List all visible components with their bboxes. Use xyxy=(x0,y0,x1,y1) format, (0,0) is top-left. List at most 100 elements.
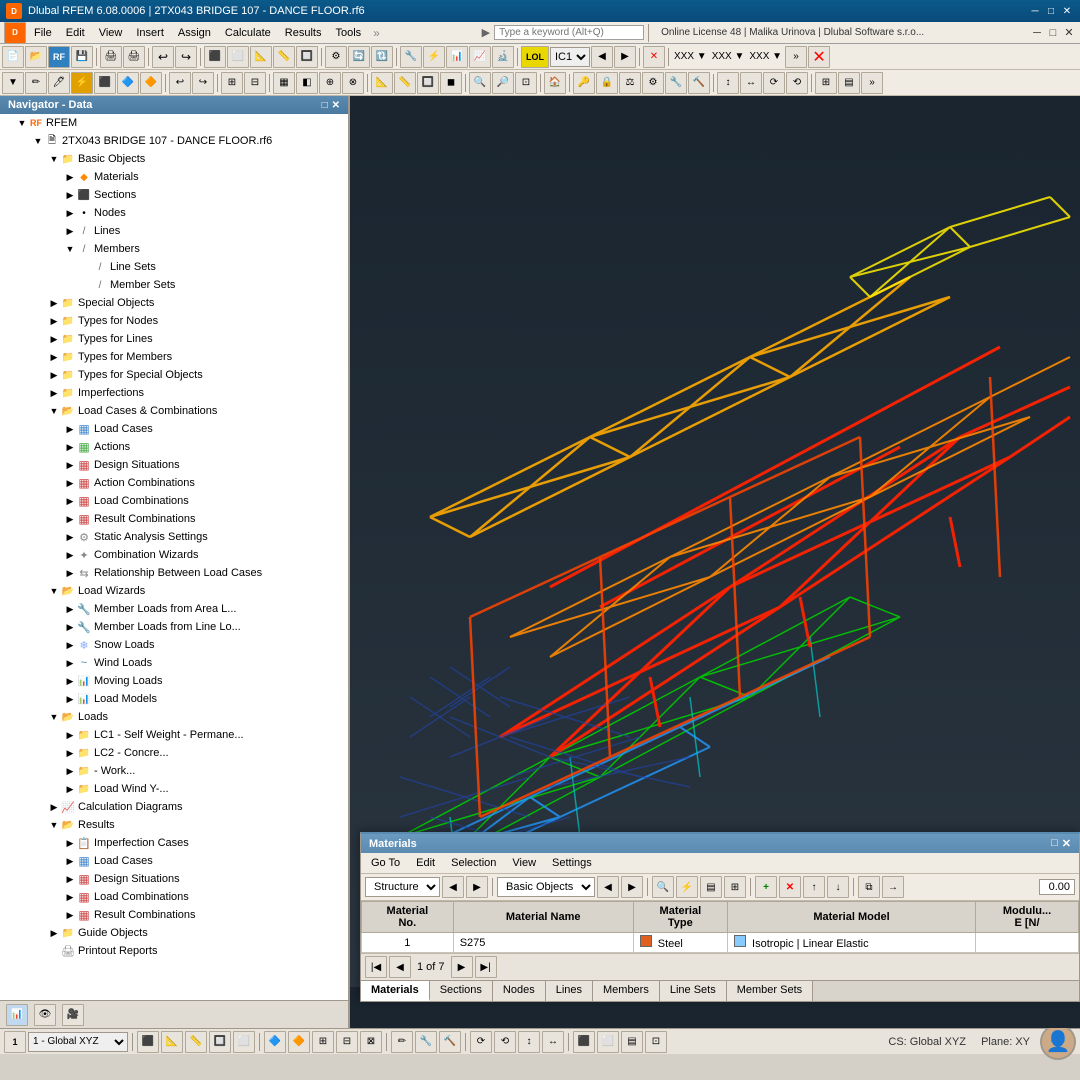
tree-item-load-cases[interactable]: ▶ ▦ Load Cases xyxy=(0,420,348,438)
tree-item-imperfections[interactable]: ▶ 📁 Imperfections xyxy=(0,384,348,402)
tab-sections[interactable]: Sections xyxy=(430,981,493,1001)
tree-item-types-nodes[interactable]: ▶ 📁 Types for Nodes xyxy=(0,312,348,330)
toggle-members[interactable]: ▼ xyxy=(64,243,76,255)
panel-menu-edit[interactable]: Edit xyxy=(410,855,441,871)
tree-item-imperfection-cases[interactable]: ▶ 📋 Imperfection Cases xyxy=(0,834,348,852)
tb2-26[interactable]: ⚖ xyxy=(619,72,641,94)
bot-tb1[interactable]: 1 xyxy=(4,1031,26,1053)
panel-menu-settings[interactable]: Settings xyxy=(546,855,598,871)
tb2-23[interactable]: 🏠 xyxy=(544,72,566,94)
tree-item-line-sets[interactable]: ▶ / Line Sets xyxy=(0,258,348,276)
toggle-res-lc2[interactable]: ▶ xyxy=(64,891,76,903)
menu-tools[interactable]: Tools xyxy=(329,25,367,41)
toggle-comb-wiz[interactable]: ▶ xyxy=(64,549,76,561)
tb2-12[interactable]: ▦ xyxy=(273,72,295,94)
tb2-10[interactable]: ⊞ xyxy=(221,72,243,94)
tb2-8[interactable]: ↩ xyxy=(169,72,191,94)
page-next-btn[interactable]: ▶ xyxy=(451,956,473,978)
panel-filter-btn[interactable]: ⚡ xyxy=(676,876,698,898)
tb2-28[interactable]: 🔧 xyxy=(665,72,687,94)
toggle-snow[interactable]: ▶ xyxy=(64,639,76,651)
next-ic[interactable]: ▶ xyxy=(614,46,636,68)
rfem-btn[interactable]: RF xyxy=(48,46,70,68)
tree-item-static-analysis[interactable]: ▶ ⚙ Static Analysis Settings xyxy=(0,528,348,546)
table-row[interactable]: 1 S275 Steel Isotropic | Linear Elastic xyxy=(362,933,1079,953)
tb7[interactable]: 🔲 xyxy=(296,46,318,68)
panel-copy-btn[interactable]: ⧉ xyxy=(858,876,880,898)
panel-del-btn[interactable]: ✕ xyxy=(779,876,801,898)
tb14[interactable]: 📈 xyxy=(469,46,491,68)
panel-next-btn[interactable]: ▶ xyxy=(466,876,488,898)
tab-member-sets[interactable]: Member Sets xyxy=(727,981,813,1001)
menu-calculate[interactable]: Calculate xyxy=(219,25,277,41)
bot-tb4[interactable]: 📏 xyxy=(185,1031,207,1053)
toggle-lc2[interactable]: ▶ xyxy=(64,747,76,759)
toggle-res-ds[interactable]: ▶ xyxy=(64,873,76,885)
toggle-wind[interactable]: ▶ xyxy=(64,657,76,669)
menu-view[interactable]: View xyxy=(93,25,129,41)
tb2-22[interactable]: ⊡ xyxy=(515,72,537,94)
panel-prev-btn[interactable]: ◀ xyxy=(442,876,464,898)
tb10[interactable]: 🔃 xyxy=(371,46,393,68)
minimize-button[interactable]: ─ xyxy=(1028,4,1042,18)
tree-item-types-lines[interactable]: ▶ 📁 Types for Lines xyxy=(0,330,348,348)
tree-item-lc1[interactable]: ▶ 📁 LC1 - Self Weight - Permane... xyxy=(0,726,348,744)
tree-item-member-sets[interactable]: ▶ / Member Sets xyxy=(0,276,348,294)
tb2-9[interactable]: ↪ xyxy=(192,72,214,94)
menu-file[interactable]: File xyxy=(28,25,58,41)
lol-indicator[interactable]: LOL xyxy=(521,46,549,68)
tree-item-calc-diagrams[interactable]: ▶ 📈 Calculation Diagrams xyxy=(0,798,348,816)
panel-col-btn[interactable]: ⊞ xyxy=(724,876,746,898)
tb4[interactable]: ⬜ xyxy=(227,46,249,68)
tb2-4[interactable]: ⚡ xyxy=(71,72,93,94)
tree-item-lc2[interactable]: ▶ 📁 LC2 - Concre... xyxy=(0,744,348,762)
tb2-36[interactable]: » xyxy=(861,72,883,94)
print-btn[interactable]: 🖨 xyxy=(100,46,122,68)
tree-item-rfem[interactable]: ▼ RF RFEM xyxy=(0,114,348,132)
toggle-ml-area[interactable]: ▶ xyxy=(64,603,76,615)
panel-arrow-btn[interactable]: → xyxy=(882,876,904,898)
tree-item-basic-objects[interactable]: ▼ 📁 Basic Objects xyxy=(0,150,348,168)
structure-select[interactable]: Structure xyxy=(365,877,440,897)
tb2-17[interactable]: 📏 xyxy=(394,72,416,94)
panel-obj-prev[interactable]: ◀ xyxy=(597,876,619,898)
toggle-res-lc[interactable]: ▶ xyxy=(64,855,76,867)
toggle-types-special[interactable]: ▶ xyxy=(48,369,60,381)
close-btn2[interactable]: ✕ xyxy=(1062,26,1076,40)
tb2-7[interactable]: 🔶 xyxy=(140,72,162,94)
panel-search-btn[interactable]: 🔍 xyxy=(652,876,674,898)
ic-select[interactable]: IC1 xyxy=(550,47,590,67)
menu-edit[interactable]: Edit xyxy=(60,25,91,41)
tree-item-relationship[interactable]: ▶ ⇆ Relationship Between Load Cases xyxy=(0,564,348,582)
tab-materials[interactable]: Materials xyxy=(361,981,430,1001)
toggle-relationship[interactable]: ▶ xyxy=(64,567,76,579)
tree-item-sections[interactable]: ▶ ⬛ Sections xyxy=(0,186,348,204)
page-last-btn[interactable]: ▶| xyxy=(475,956,497,978)
bot-tb6[interactable]: ⬜ xyxy=(233,1031,255,1053)
tb2-2[interactable]: ✏ xyxy=(25,72,47,94)
toggle-lcases[interactable]: ▶ xyxy=(64,423,76,435)
tree-item-snow-loads[interactable]: ▶ ❄ Snow Loads xyxy=(0,636,348,654)
tab-members[interactable]: Members xyxy=(593,981,660,1001)
bot-tb15[interactable]: ⟳ xyxy=(470,1031,492,1053)
tb2-21[interactable]: 🔎 xyxy=(492,72,514,94)
tree-item-combination-wizards[interactable]: ▶ ✦ Combination Wizards xyxy=(0,546,348,564)
restore-button[interactable]: □ xyxy=(1044,4,1058,18)
tree-item-res-design-sit[interactable]: ▶ ▦ Design Situations xyxy=(0,870,348,888)
tree-item-load-models[interactable]: ▶ 📊 Load Models xyxy=(0,690,348,708)
bot-tb7[interactable]: 🔷 xyxy=(264,1031,286,1053)
navigator-controls[interactable]: □ ✕ xyxy=(322,100,340,111)
bot-tb19[interactable]: ⬛ xyxy=(573,1031,595,1053)
tb8[interactable]: ⚙ xyxy=(325,46,347,68)
tb2-19[interactable]: ◼ xyxy=(440,72,462,94)
basic-objects-select[interactable]: Basic Objects xyxy=(497,877,595,897)
save-btn[interactable]: 💾 xyxy=(71,46,93,68)
toggle-load-wiz[interactable]: ▼ xyxy=(48,585,60,597)
tree-item-load-wizards[interactable]: ▼ 📂 Load Wizards xyxy=(0,582,348,600)
toggle-sections[interactable]: ▶ xyxy=(64,189,76,201)
tb15[interactable]: 🔬 xyxy=(492,46,514,68)
tb2-29[interactable]: 🔨 xyxy=(688,72,710,94)
bot-tb8[interactable]: 🔶 xyxy=(288,1031,310,1053)
tb2-1[interactable]: ▼ xyxy=(2,72,24,94)
bot-tb16[interactable]: ⟲ xyxy=(494,1031,516,1053)
